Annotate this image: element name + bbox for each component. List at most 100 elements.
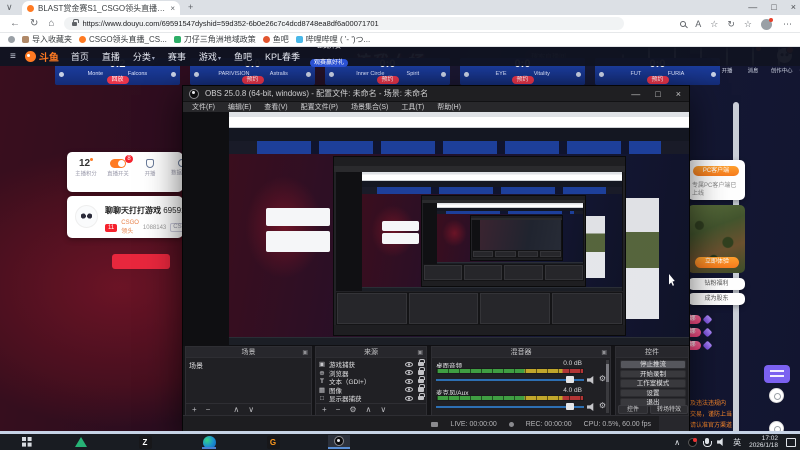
menu-scene-collection[interactable]: 场景集合(S) [346, 102, 393, 112]
nav-categories[interactable]: 分类▾ [133, 50, 155, 63]
obs-tray-icon[interactable] [688, 437, 698, 447]
refresh-icon[interactable]: ↻ [30, 18, 38, 29]
hamburger-icon[interactable]: ≡ [10, 51, 16, 62]
room-category[interactable]: CSGO领头 [121, 220, 139, 235]
close-button[interactable]: × [791, 2, 796, 12]
profile-avatar[interactable] [761, 17, 773, 30]
hidden-icons-chevron[interactable]: ∧ [674, 438, 680, 447]
move-down-button[interactable]: ∨ [248, 405, 254, 415]
lock-icon[interactable] [418, 384, 425, 392]
nav-games[interactable]: 游戏▾ [199, 50, 221, 63]
browser-menu-icon[interactable]: ⋯ [783, 19, 792, 30]
bookmark-star-icon[interactable]: ☆ [744, 19, 752, 30]
live-switch[interactable]: 8 直播开关 [101, 155, 135, 178]
obs-preview[interactable] [183, 112, 689, 346]
lock-icon[interactable] [418, 376, 425, 384]
new-tab-button[interactable]: + [188, 2, 193, 12]
visibility-eye-icon[interactable] [405, 378, 413, 384]
tab-search-chevron-icon[interactable]: ∨ [6, 2, 13, 13]
diamond-fan-card[interactable]: 钻粉福利 [688, 278, 745, 290]
read-aloud-icon[interactable]: A [695, 19, 701, 29]
ime-indicator[interactable]: 英 [733, 437, 741, 448]
search-icon[interactable] [680, 21, 687, 27]
bookmark-item[interactable]: 鱼吧 [262, 34, 289, 45]
popout-icon[interactable]: ▣ [302, 349, 308, 356]
match-action-pill[interactable]: 预约 [376, 76, 399, 84]
favorite-star-icon[interactable]: ☆ [710, 19, 718, 30]
match-action-pill[interactable]: 回放 [106, 76, 129, 84]
bookmark-item[interactable]: 哔哩哔哩 ( '- ')つ... [295, 34, 370, 45]
source-row-display-capture[interactable]: □ 显示器捕获 [318, 393, 425, 403]
menu-edit[interactable]: 编辑(E) [223, 102, 256, 112]
tab-close-icon[interactable]: × [170, 4, 175, 13]
controls-dock-tab[interactable]: 控件 [618, 405, 648, 414]
visibility-eye-icon[interactable] [405, 395, 413, 401]
minimize-button[interactable]: — [631, 89, 640, 99]
remove-source-button[interactable]: − [336, 405, 341, 415]
promo-red-pill[interactable] [112, 254, 170, 269]
nav-live[interactable]: 直播 [102, 50, 120, 63]
scene-list-item[interactable]: 场景 [189, 361, 203, 371]
menu-tools[interactable]: 工具(T) [396, 102, 429, 112]
broadcast-shortcut[interactable]: 开播 [133, 158, 167, 178]
taskbar-app-1[interactable] [70, 435, 92, 449]
taskbar-app-obs[interactable] [328, 435, 350, 449]
scenes-panel-header[interactable]: 场景 ▣ [186, 347, 311, 358]
move-up-button[interactable]: ∧ [366, 405, 372, 415]
url-field[interactable]: https://www.douyu.com/69591547dyshid=59d… [64, 17, 625, 30]
pc-client-button[interactable]: PC客户端 [693, 166, 739, 176]
start-recording-button[interactable]: 开始录制 [620, 369, 686, 379]
bookmark-item[interactable]: CSGO领头直播_CS... [79, 34, 167, 45]
bookmark-item[interactable]: 刀仔三角洲地域政策 [173, 34, 256, 45]
maximize-button[interactable]: □ [655, 89, 660, 99]
data-center-shortcut[interactable]: 数据中心 [165, 158, 183, 177]
speaker-icon[interactable] [587, 376, 594, 384]
sources-panel-header[interactable]: 来源 ▣ [316, 347, 426, 358]
taskbar-clock[interactable]: 17:02 2026/1/18 [749, 435, 778, 449]
visibility-eye-icon[interactable] [405, 387, 413, 393]
visibility-eye-icon[interactable] [405, 370, 413, 376]
nav-home[interactable]: 首页 [71, 50, 89, 63]
remove-scene-button[interactable]: − [206, 405, 211, 415]
lock-icon[interactable] [418, 359, 425, 367]
mixer-scrollbar[interactable] [606, 360, 609, 413]
speaker-icon[interactable] [587, 403, 594, 411]
back-icon[interactable]: ← [10, 18, 20, 29]
bookmark-item[interactable]: 导入收藏夹 [22, 34, 72, 45]
studio-mode-button[interactable]: 工作室模式 [620, 379, 686, 388]
minimize-button[interactable]: — [748, 2, 757, 12]
add-source-button[interactable]: + [322, 405, 327, 415]
toggle-on-icon[interactable] [110, 159, 126, 168]
menu-view[interactable]: 查看(V) [259, 102, 292, 112]
activity-fab-button[interactable] [764, 365, 790, 383]
browser-tab[interactable]: BLAST赏金赛S1_CSGO领头直播_C × [22, 1, 180, 15]
match-action-pill[interactable]: 预约 [241, 76, 264, 84]
history-fab-button[interactable] [769, 388, 784, 403]
menu-help[interactable]: 帮助(H) [432, 102, 466, 112]
action-center-icon[interactable] [786, 437, 796, 447]
nav-yuba[interactable]: 鱼吧 [234, 50, 252, 63]
slider-handle[interactable] [566, 403, 575, 410]
move-up-button[interactable]: ∧ [233, 405, 239, 415]
start-button[interactable] [16, 435, 38, 449]
shareholder-card[interactable]: 成为股东 [688, 293, 745, 305]
maximize-button[interactable]: □ [771, 2, 776, 12]
source-properties-gear-icon[interactable]: ⚙ [349, 405, 356, 415]
close-button[interactable]: × [676, 89, 681, 99]
gear-icon[interactable]: ⚙ [599, 402, 606, 410]
nav-kpl[interactable]: KPL春季 [265, 50, 300, 63]
match-action-pill[interactable]: 预约 [511, 76, 534, 84]
game-promo-card[interactable]: 立即体验 [688, 205, 745, 273]
transitions-dock-tab[interactable]: 转场特效 [650, 405, 688, 414]
nav-esports[interactable]: 赛事 [168, 50, 186, 63]
taskbar-app-z[interactable]: Z [134, 435, 156, 449]
try-now-button[interactable]: 立即体验 [695, 257, 739, 268]
volume-slider[interactable] [436, 403, 584, 410]
taskbar-app-g[interactable]: G [262, 435, 284, 449]
profile-icon[interactable] [8, 36, 15, 43]
controls-panel-header[interactable]: 控件 [616, 347, 688, 358]
volume-slider[interactable] [436, 376, 584, 383]
lock-icon[interactable] [418, 393, 425, 401]
taskbar-app-edge[interactable] [198, 435, 220, 449]
room-info-card[interactable]: 聊聊天打打游戏 6959154 11 CSGO领头 1088143 CS2 [67, 196, 183, 238]
